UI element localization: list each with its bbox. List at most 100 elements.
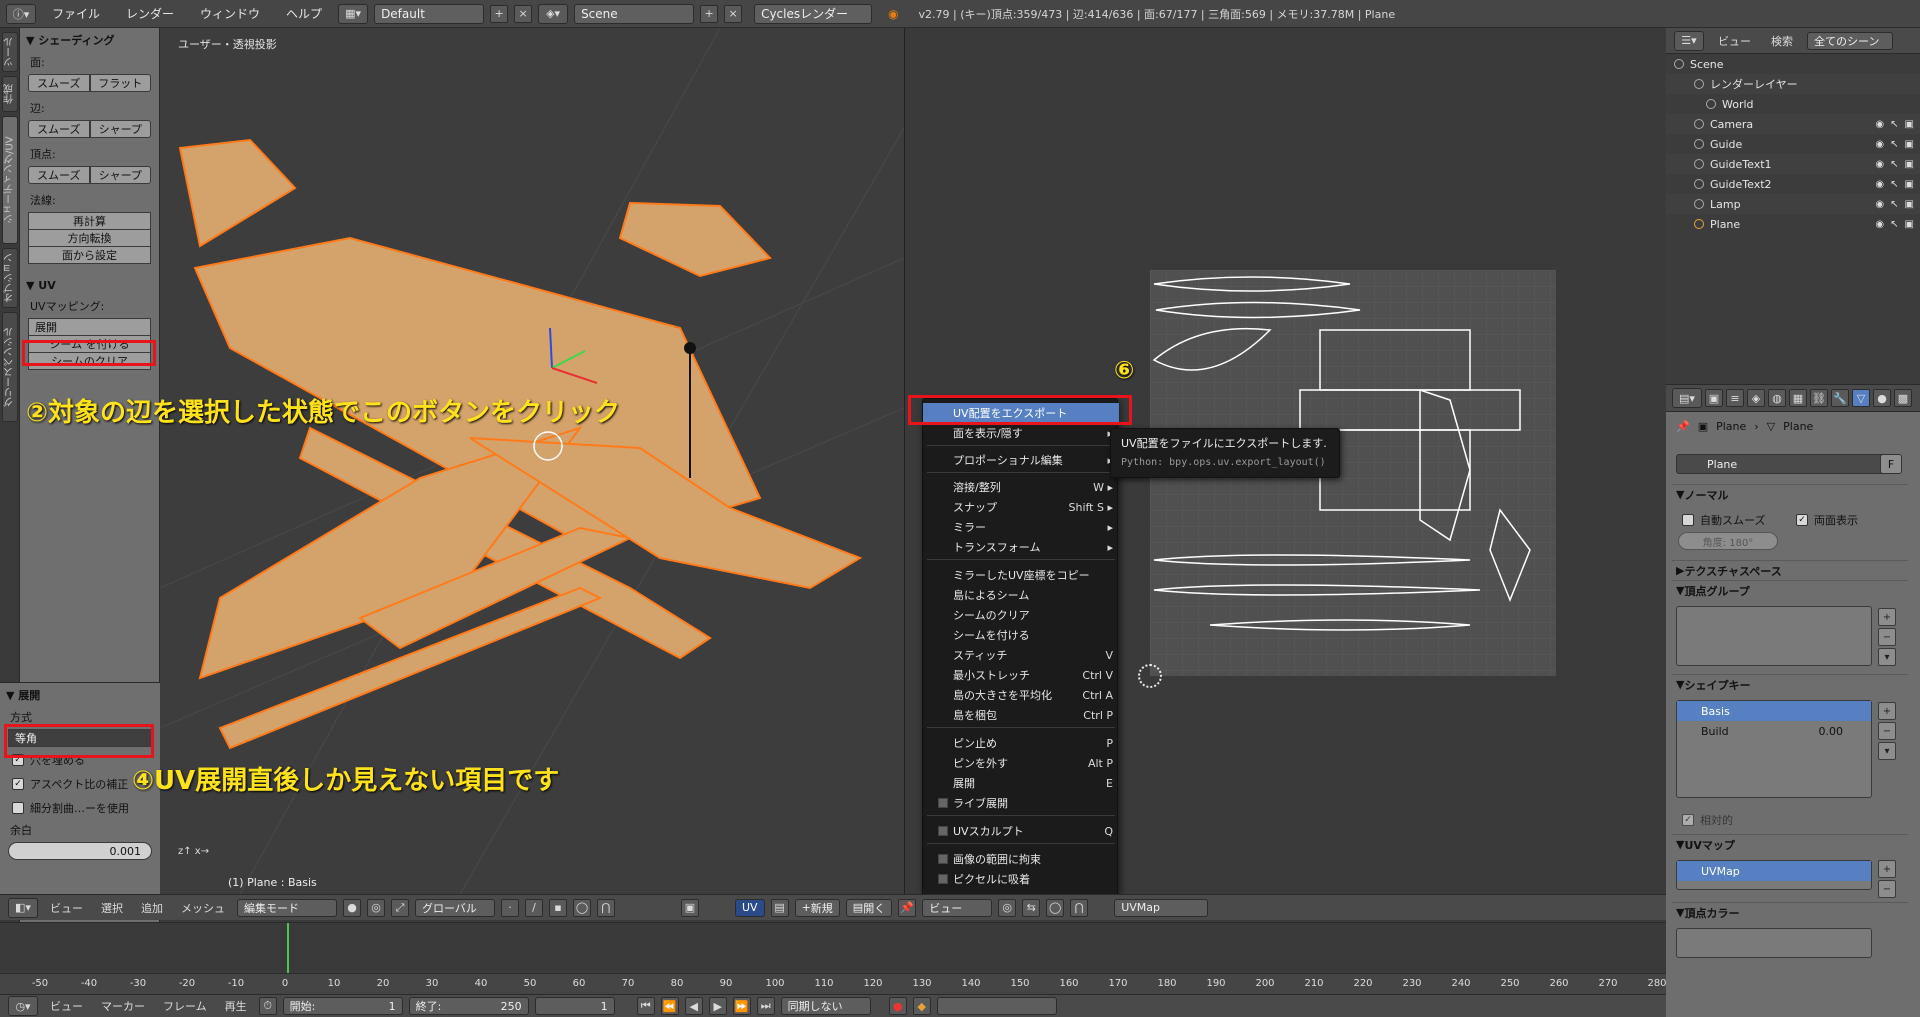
menu-uv-sculpt[interactable]: UVスカルプト Q — [923, 821, 1119, 841]
pivot-icon[interactable]: ◎ — [367, 898, 385, 917]
tab-shading-uv[interactable]: シェーディング/UV — [2, 116, 18, 244]
remove-uvmap-icon[interactable]: − — [1878, 880, 1896, 898]
pin-image-icon[interactable]: 📌 — [898, 898, 917, 917]
menu-window[interactable]: ウィンドウ — [190, 5, 270, 22]
timeline-editor-icon[interactable]: ◷▾ — [8, 996, 38, 1016]
vgroup-menu-icon[interactable]: ▾ — [1878, 648, 1896, 666]
layout-field[interactable]: Default — [374, 3, 485, 24]
uv-maps-list[interactable]: UVMap — [1676, 860, 1872, 890]
uv-view-select[interactable]: ビュー — [922, 898, 993, 917]
outliner-menu-search[interactable]: 検索 — [1765, 33, 1799, 49]
scene-tab-icon[interactable]: ◈ — [1747, 389, 1765, 407]
menu-snap-to-pixels[interactable]: ピクセルに吸着 — [923, 869, 1119, 889]
menu-render[interactable]: レンダー — [116, 5, 184, 22]
auto-smooth-checkbox[interactable]: 自動スムーズ — [1670, 508, 1777, 532]
snap-icon[interactable]: ⋂ — [597, 898, 615, 917]
fake-user-button[interactable]: F — [1880, 454, 1902, 474]
set-from-faces-button[interactable]: 面から設定 — [28, 246, 151, 264]
remove-shapekey-icon[interactable]: − — [1878, 722, 1896, 740]
shapekey-menu-icon[interactable]: ▾ — [1878, 742, 1896, 760]
menu-pack-islands[interactable]: 島を梱包 Ctrl P — [923, 705, 1119, 725]
preview-range-icon[interactable]: ⏱ — [258, 997, 277, 1015]
viewport-shading-icon[interactable]: ● — [343, 898, 361, 917]
margin-field[interactable]: 0.001 — [8, 842, 152, 860]
add-uvmap-icon[interactable]: + — [1878, 860, 1896, 878]
constraints-tab-icon[interactable]: ⛓ — [1810, 389, 1828, 407]
menu-unpin[interactable]: ピンを外す Alt P — [923, 753, 1119, 773]
menu-proportional-edit[interactable]: プロポーショナル編集▸ — [923, 450, 1119, 470]
tab-tools[interactable]: ツール — [2, 32, 18, 72]
menu-live-unwrap[interactable]: ライブ展開 — [923, 793, 1119, 813]
world-tab-icon[interactable]: ◍ — [1768, 389, 1786, 407]
keying-set-icon[interactable]: ◆ — [912, 997, 931, 1015]
menu-mark-seam[interactable]: シームを付ける — [923, 625, 1119, 645]
panel-uv-maps[interactable]: ▼ UVマップ — [1672, 834, 1908, 854]
mesh-name-field[interactable]: Plane — [1676, 454, 1886, 474]
outliner-row-camera[interactable]: Camera ◉ ↖ ▣ — [1666, 114, 1920, 134]
orientation-select[interactable]: グローバル — [415, 898, 495, 917]
menu-show-hide-faces[interactable]: 面を表示/隠す▸ — [923, 423, 1119, 443]
properties-editor-icon[interactable]: ▤▾ — [1672, 388, 1702, 408]
edge-smooth-button[interactable]: スムーズ — [28, 120, 90, 138]
tab-create[interactable]: 作成 — [2, 76, 18, 112]
outliner-row-guidetext2[interactable]: GuideText2 ◉ ↖ ▣ — [1666, 174, 1920, 194]
double-sided-checkbox[interactable]: ✓ 両面表示 — [1784, 508, 1870, 532]
proportional-edit-icon[interactable]: ◯ — [573, 898, 591, 917]
menu-clear-seam[interactable]: シームのクリア — [923, 605, 1119, 625]
modifiers-tab-icon[interactable]: 🔧 — [1831, 389, 1849, 407]
redo-title[interactable]: ▼ 展開 — [0, 683, 160, 707]
jump-end-icon[interactable]: ⏭ — [756, 997, 775, 1015]
remove-scene-icon[interactable]: × — [724, 4, 743, 23]
tl-menu-frame[interactable]: フレーム — [157, 998, 213, 1014]
remove-layout-icon[interactable]: × — [514, 4, 533, 23]
3d-menu-view[interactable]: ビュー — [44, 900, 89, 916]
texture-tab-icon[interactable]: ▩ — [1894, 389, 1912, 407]
3d-menu-select[interactable]: 選択 — [95, 900, 129, 916]
uv-pivot-icon[interactable]: ◎ — [998, 898, 1017, 917]
data-tab-icon[interactable]: ▽ — [1852, 389, 1870, 407]
uvmap-select[interactable]: UVMap — [1114, 898, 1209, 917]
menu-transform[interactable]: トランスフォーム ▸ — [923, 537, 1119, 557]
next-key-icon[interactable]: ⏩ — [732, 997, 751, 1015]
add-vgroup-icon[interactable]: + — [1878, 608, 1896, 626]
render-engine-select[interactable]: Cyclesレンダー — [754, 3, 873, 24]
tl-menu-view[interactable]: ビュー — [44, 998, 89, 1014]
add-scene-icon[interactable]: + — [700, 4, 719, 23]
play-reverse-icon[interactable]: ◀ — [684, 997, 703, 1015]
menu-average-islands[interactable]: 島の大きさを平均化 Ctrl A — [923, 685, 1119, 705]
panel-header-shading[interactable]: ▼ シェーディング — [20, 28, 159, 52]
panel-header-uv[interactable]: ▼ UV — [20, 275, 159, 296]
remove-vgroup-icon[interactable]: − — [1878, 628, 1896, 646]
layers-tab-icon[interactable]: ≡ — [1726, 389, 1744, 407]
unwrap-dropdown[interactable]: 展開 — [28, 318, 151, 336]
scene-icon[interactable]: ◈▾ — [538, 3, 569, 24]
tl-menu-marker[interactable]: マーカー — [95, 998, 151, 1014]
panel-texture-space[interactable]: ▶ テクスチャスペース — [1672, 560, 1908, 580]
outliner-row-scene[interactable]: Scene — [1666, 54, 1920, 74]
outliner-row-renderlayer[interactable]: レンダーレイヤー — [1666, 74, 1920, 94]
menu-seams-from-islands[interactable]: 島によるシーム — [923, 585, 1119, 605]
menu-unwrap[interactable]: 展開 E — [923, 773, 1119, 793]
3d-menu-mesh[interactable]: メッシュ — [175, 900, 231, 916]
menu-copy-mirrored-uv[interactable]: ミラーしたUV座標をコピー — [923, 565, 1119, 585]
panel-vertex-groups[interactable]: ▼ 頂点グループ — [1672, 580, 1908, 600]
scene-field[interactable]: Scene — [574, 3, 695, 24]
current-frame-field[interactable]: 1 — [534, 997, 615, 1015]
relative-checkbox[interactable]: ✓ 相対的 — [1670, 808, 1745, 832]
new-image-button[interactable]: + 新規 — [794, 898, 840, 917]
mode-select[interactable]: 編集モード — [237, 898, 337, 917]
shapekey-row-build[interactable]: Build 0.00 — [1677, 721, 1871, 741]
keying-set-field[interactable] — [936, 997, 1057, 1015]
select-mode-face-icon[interactable]: ▪ — [549, 898, 567, 917]
flip-normals-button[interactable]: 方向転換 — [28, 229, 151, 247]
panel-vertex-colors[interactable]: ▼ 頂点カラー — [1672, 902, 1908, 922]
outliner-row-lamp[interactable]: Lamp ◉ ↖ ▣ — [1666, 194, 1920, 214]
vertex-smooth-button[interactable]: スムーズ — [28, 166, 90, 184]
use-subsurf-checkbox[interactable]: 細分割曲…ーを使用 — [0, 796, 160, 820]
3d-menu-add[interactable]: 追加 — [135, 900, 169, 916]
tl-menu-playback[interactable]: 再生 — [219, 998, 253, 1014]
menu-help[interactable]: ヘルプ — [276, 5, 332, 22]
render-preview-icon[interactable]: ▣ — [681, 898, 699, 917]
edge-sharp-button[interactable]: シャープ — [89, 120, 151, 138]
vertex-colors-list[interactable] — [1676, 928, 1872, 958]
